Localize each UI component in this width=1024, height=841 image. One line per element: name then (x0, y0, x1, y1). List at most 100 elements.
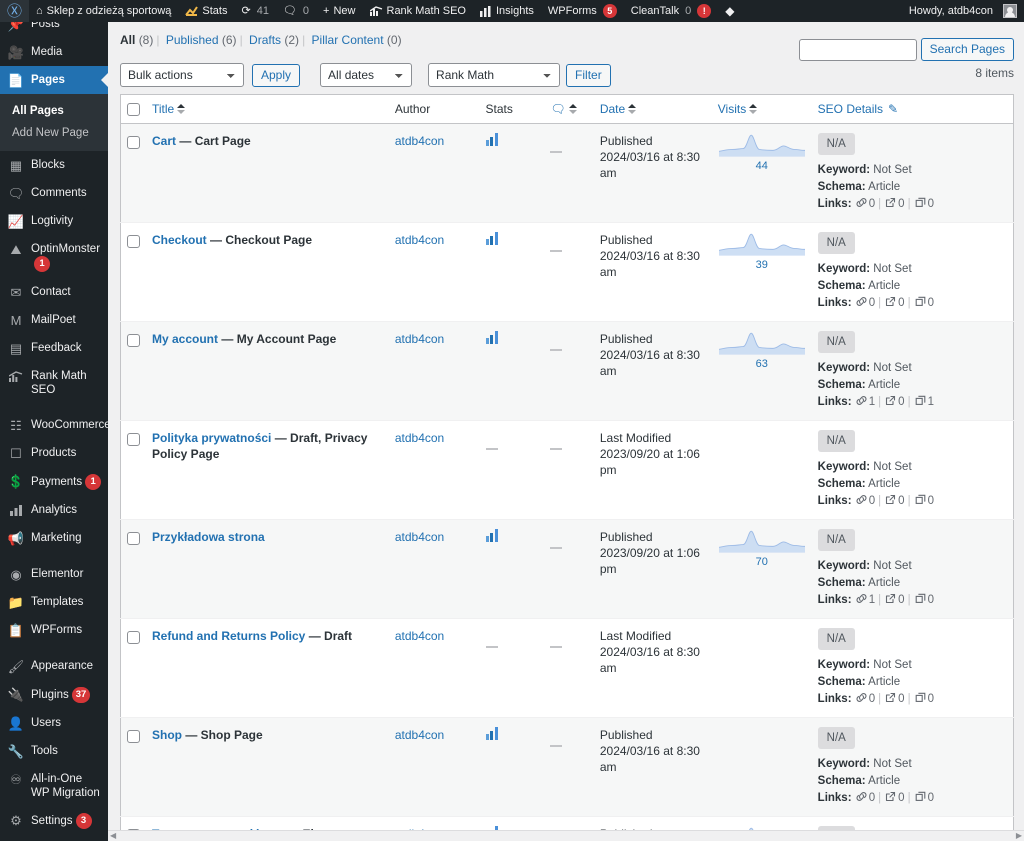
author-link[interactable]: atdb4con (395, 233, 444, 247)
seo-details-link[interactable]: SEO Details ✎ (818, 102, 898, 116)
sort-title-link[interactable]: Title (152, 102, 186, 116)
date-filter-select[interactable]: All dates (320, 63, 413, 87)
sidebar-item-settings[interactable]: ⚙ Settings 3 (0, 806, 108, 835)
view-all-link[interactable]: All (120, 33, 135, 47)
author-link[interactable]: atdb4con (395, 134, 444, 148)
wordpress-logo-icon: Ⓧ (7, 2, 23, 20)
sidebar-item-woocommerce[interactable]: ☷ WooCommerce (0, 411, 108, 439)
view-drafts-link[interactable]: Drafts (249, 33, 281, 47)
adminbar-updates[interactable]: ⟳ 41 (234, 0, 275, 22)
sidebar-item-rank-math-seo[interactable]: Rank Math SEO (0, 362, 108, 403)
select-all-checkbox[interactable] (127, 103, 140, 117)
sidebar-item-plugins[interactable]: 🔌 Plugins 37 (0, 680, 108, 709)
migration-icon: ♾ (10, 771, 22, 787)
view-pillar-content-link[interactable]: Pillar Content (312, 33, 384, 47)
sidebar-item-wpforms[interactable]: 📋 WPForms (0, 616, 108, 644)
row-checkbox[interactable] (127, 234, 140, 248)
sidebar-item-label-woocommerce: WooCommerce (31, 419, 108, 431)
adminbar-comments[interactable]: 🗨 0 (276, 0, 316, 22)
page-title-link[interactable]: My account (152, 332, 218, 346)
author-link[interactable]: atdb4con (395, 431, 444, 445)
scroll-right-arrow-icon[interactable]: ▶ (1016, 832, 1022, 840)
author-link[interactable]: atdb4con (395, 629, 444, 643)
rank-math-filter-select[interactable]: Rank Math (428, 63, 561, 87)
adminbar-cleantalk[interactable]: CleanTalk 0 ! (624, 0, 718, 22)
stats-bar-chart-icon[interactable] (485, 232, 498, 246)
wordpress-logo-menu[interactable]: Ⓧ (0, 0, 30, 22)
author-link[interactable]: atdb4con (395, 728, 444, 742)
visits-count-link[interactable]: 63 (718, 356, 806, 372)
sort-visits-link[interactable]: Visits (718, 102, 758, 116)
row-checkbox[interactable] (127, 531, 140, 545)
search-pages-button[interactable]: Search Pages (920, 38, 1014, 61)
sidebar-item-posts[interactable]: 📌 Posts (0, 22, 108, 38)
adminbar-insights[interactable]: Insights (473, 0, 541, 22)
page-title-link[interactable]: Cart (152, 134, 176, 148)
sort-arrows-icon (628, 104, 637, 115)
plugins-icon: 🔌 (7, 686, 25, 702)
row-checkbox[interactable] (127, 729, 140, 743)
sidebar-item-backup-migration[interactable]: ⓒ Backup Migration (0, 835, 108, 841)
sidebar-item-logtivity[interactable]: 📈 Logtivity (0, 207, 108, 235)
sidebar-item-all-in-one-wp-migration[interactable]: ♾ All-in-One WP Migration (0, 765, 108, 806)
row-checkbox[interactable] (127, 135, 140, 149)
site-name-menu[interactable]: ⌂ Sklep z odzieżą sportową (29, 0, 178, 22)
templates-icon: 📁 (7, 594, 25, 610)
adminbar-wpforms[interactable]: WPForms 5 (541, 0, 624, 22)
stats-bar-chart-icon[interactable] (485, 727, 498, 741)
adminbar-my-account[interactable]: Howdy, atdb4con (902, 0, 1024, 22)
visits-count-link[interactable]: 44 (718, 158, 806, 174)
author-link[interactable]: atdb4con (395, 530, 444, 544)
page-title-link[interactable]: Polityka prywatności (152, 431, 271, 445)
visits-count-link[interactable]: 39 (718, 257, 806, 273)
visits-count-link[interactable]: 70 (718, 554, 806, 570)
sidebar-item-pages[interactable]: 📄 Pages (0, 66, 108, 94)
sidebar-item-optinmonster[interactable]: ⛰ OptinMonster1 (0, 235, 108, 278)
stats-bar-chart-icon[interactable] (485, 331, 498, 345)
sidebar-item-marketing[interactable]: 📢 Marketing (0, 524, 108, 552)
page-title-link[interactable]: Shop (152, 728, 182, 742)
stats-bar-chart-icon[interactable] (485, 133, 498, 147)
page-title-link[interactable]: Checkout (152, 233, 207, 247)
author-link[interactable]: atdb4con (395, 332, 444, 346)
sort-date-link[interactable]: Date (600, 102, 637, 116)
page-title-link[interactable]: Refund and Returns Policy (152, 629, 305, 643)
sidebar-item-comments[interactable]: 🗨 Comments (0, 179, 108, 207)
sidebar-item-blocks[interactable]: ▦ Blocks (0, 151, 108, 179)
scroll-left-arrow-icon[interactable]: ◀ (110, 832, 116, 840)
sidebar-item-tools[interactable]: 🔧 Tools (0, 737, 108, 765)
bulk-actions-select[interactable]: Bulk actions (120, 63, 244, 87)
adminbar-diamond[interactable]: ◆ (718, 0, 741, 22)
sidebar-item-elementor[interactable]: ◉ Elementor (0, 560, 108, 588)
sidebar-subitem-all-pages[interactable]: All Pages (0, 100, 108, 122)
sidebar-subitem-add-new-page[interactable]: Add New Page (0, 122, 108, 144)
row-checkbox[interactable] (127, 333, 140, 347)
header-checkbox-cell (120, 94, 146, 125)
page-title-link[interactable]: Przykładowa strona (152, 530, 265, 544)
row-checkbox[interactable] (127, 432, 140, 446)
adminbar-new[interactable]: + New (316, 0, 362, 22)
sidebar-item-templates[interactable]: 📁 Templates (0, 588, 108, 616)
sort-comments-link[interactable]: 🗨 (550, 102, 577, 116)
internal-link-icon (856, 693, 867, 703)
horizontal-scrollbar[interactable]: ◀ ▶ (108, 830, 1024, 841)
row-checkbox[interactable] (127, 630, 140, 644)
stats-bar-chart-icon[interactable] (485, 529, 498, 543)
external-link-icon (886, 297, 896, 307)
adminbar-stats[interactable]: Stats (178, 0, 234, 22)
filter-button[interactable]: Filter (566, 63, 611, 87)
sidebar-item-payments[interactable]: 💲 Payments 1 (0, 467, 108, 496)
sidebar-item-feedback[interactable]: ▤ Feedback (0, 334, 108, 362)
adminbar-rank-math[interactable]: Rank Math SEO (363, 0, 473, 22)
sidebar-item-mailpoet[interactable]: M MailPoet (0, 306, 108, 334)
sidebar-item-analytics[interactable]: Analytics (0, 496, 108, 524)
sidebar-item-products[interactable]: ☐ Products (0, 439, 108, 467)
view-published-link[interactable]: Published (166, 33, 219, 47)
table-head: Title Author Stats 🗨 Date Visits SEO Det… (120, 94, 1014, 125)
sidebar-item-users[interactable]: 👤 Users (0, 709, 108, 737)
sidebar-item-appearance[interactable]: 🖌 Appearance (0, 652, 108, 680)
sidebar-item-media[interactable]: 🎥 Media (0, 38, 108, 66)
search-input[interactable] (798, 38, 917, 61)
apply-button[interactable]: Apply (252, 63, 301, 87)
sidebar-item-contact[interactable]: ✉ Contact (0, 278, 108, 306)
